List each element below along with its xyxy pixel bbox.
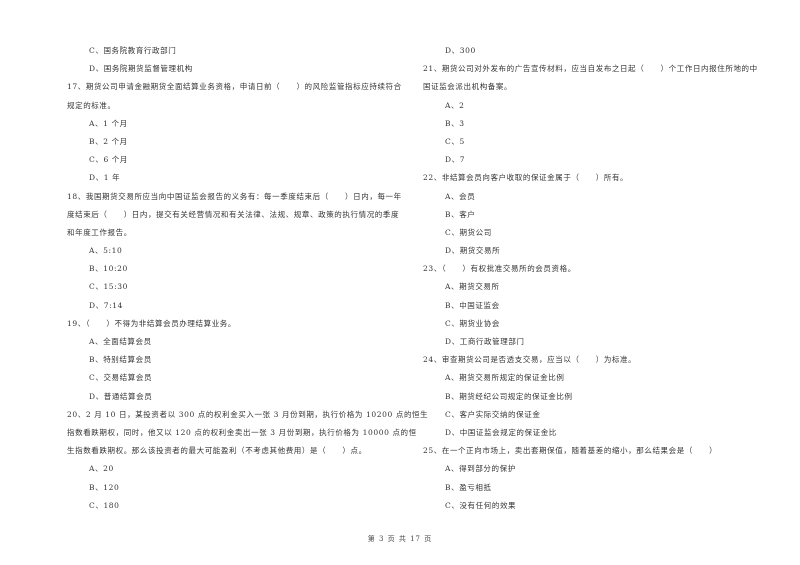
answer-option: A、2	[445, 100, 465, 110]
answer-option: D、1 年	[89, 173, 121, 183]
answer-option: A、期货交易所	[445, 282, 500, 292]
question-text: 25、在一个正向市场上，卖出套期保值，随着基差的缩小，那么结果会是（ ）	[423, 446, 718, 456]
answer-option: A、5:10	[89, 246, 123, 256]
answer-option: C、交易结算会员	[89, 373, 153, 383]
answer-option: D、普通结算会员	[89, 391, 153, 401]
answer-option: C、期货业协会	[445, 318, 500, 328]
answer-option: D、国务院期货监督管理机构	[89, 64, 193, 74]
question-text: 生指数看跌期权。那么该投资者的最大可能盈利（不考虑其他费用）是（ ）点。	[67, 446, 367, 456]
answer-option: C、15:30	[89, 282, 129, 292]
question-text: 21、期货公司对外发布的广告宣传材料，应当自发布之日起（ ）个工作日内报住所地的…	[423, 64, 758, 74]
question-text: 指数看跌期权，同时，他又以 120 点的权利金卖出一张 3 月份到期，执行价格为…	[67, 427, 417, 437]
answer-option: C、6 个月	[89, 155, 128, 165]
answer-option: D、7:14	[89, 300, 123, 310]
answer-option: B、10:20	[89, 264, 128, 274]
answer-option: B、盈亏相抵	[445, 482, 492, 492]
answer-option: D、期货交易所	[445, 246, 501, 256]
answer-option: C、客户实际交纳的保证金	[445, 409, 541, 419]
answer-option: A、会员	[445, 191, 476, 201]
question-text: 19、（ ）不得为非结算会员办理结算业务。	[67, 318, 236, 328]
question-text: 20、2 月 10 日，某投资者以 300 点的权利金买入一张 3 月份到期，执…	[67, 409, 429, 419]
question-text: 和年度工作报告。	[67, 227, 132, 237]
answer-option: D、7	[445, 155, 466, 165]
question-text: 24、审查期货公司是否透支交易，应当以（ ）为标准。	[423, 355, 637, 365]
answer-option: A、20	[89, 464, 114, 474]
answer-option: A、期货交易所规定的保证金比例	[445, 373, 565, 383]
question-text: 17、期货公司申请金融期货全面结算业务资格，申请日前（ ）的风险监管指标应持续符…	[67, 82, 402, 92]
right-column: D、300 21、期货公司对外发布的广告宣传材料，应当自发布之日起（ ）个工作日内…	[423, 42, 768, 515]
answer-option: A、得到部分的保护	[445, 464, 516, 474]
answer-option: D、中国证监会规定的保证金比	[445, 427, 557, 437]
question-text: 22、非结算会员向客户收取的保证金属于（ ）所有。	[423, 173, 629, 183]
answer-option: B、特别结算会员	[89, 355, 152, 365]
answer-option: D、300	[445, 46, 476, 55]
answer-option: B、120	[89, 482, 120, 492]
question-text: 国证监会派出机构备案。	[423, 82, 513, 92]
answer-option: C、期货公司	[445, 227, 492, 237]
answer-option: A、全面结算会员	[89, 337, 152, 346]
answer-option: B、3	[445, 118, 465, 128]
answer-option: A、1 个月	[89, 118, 128, 128]
question-text: 度结束后（ ）日内，提交有关经营情况和有关法律、法规、规章、政策的执行情况的季度	[67, 209, 400, 219]
question-text: 23、（ ）有权批准交易所的会员资格。	[423, 264, 576, 274]
question-text: 规定的标准。	[67, 100, 116, 110]
question-text: 18、我国期货交易所应当向中国证监会报告的义务有：每一季度结束后（ ）日内，每一…	[67, 191, 402, 201]
answer-option: C、国务院教育行政部门	[89, 46, 177, 55]
answer-option: B、期货经纪公司规定的保证金比例	[445, 391, 573, 401]
answer-option: D、工商行政管理部门	[445, 337, 525, 346]
answer-option: B、2 个月	[89, 136, 128, 146]
answer-option: C、180	[89, 500, 120, 510]
page-footer: 第 3 页 共 17 页	[367, 535, 433, 543]
answer-option: B、客户	[445, 209, 476, 219]
answer-option: B、中国证监会	[445, 300, 500, 310]
answer-option: C、没有任何的效果	[445, 500, 517, 510]
left-column: C、国务院教育行政部门 D、国务院期货监督管理机构 17、期货公司申请金融期货全面结…	[67, 42, 429, 515]
answer-option: C、5	[445, 136, 465, 146]
